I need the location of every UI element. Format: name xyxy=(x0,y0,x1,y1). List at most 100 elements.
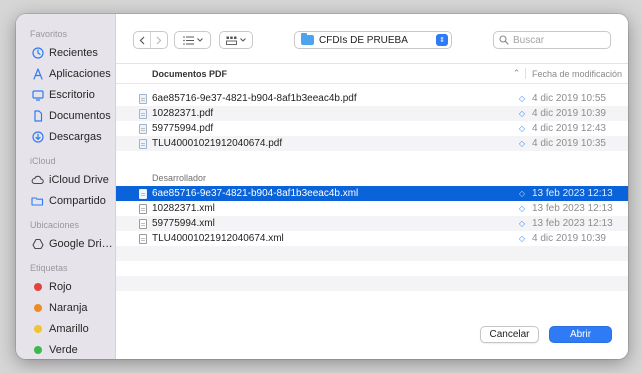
file-name: 59775994.xml xyxy=(152,218,215,229)
dialog-footer: Cancelar Abrir xyxy=(116,310,628,359)
file-row[interactable]: 6ae85716-9e37-4821-b904-8af1b3eeac4b.pdf… xyxy=(116,91,628,106)
icloud-status-icon: ◇ xyxy=(518,139,526,148)
sidebar-section-favoritos: Favoritos xyxy=(30,29,68,39)
sidebar-item-google-drive[interactable]: Google Drive xyxy=(16,233,115,254)
sidebar-item-aplicaciones[interactable]: Aplicaciones xyxy=(16,63,115,84)
drive-icon xyxy=(31,237,44,250)
file-date: 13 feb 2023 12:13 xyxy=(532,218,613,229)
file-row[interactable]: 59775994.pdf ◇ 4 dic 2019 12:43 xyxy=(116,121,628,136)
chevron-left-icon xyxy=(139,36,145,44)
view-list-button[interactable] xyxy=(174,31,211,49)
cancel-button[interactable]: Cancelar xyxy=(480,326,539,343)
sidebar-item-escritorio[interactable]: Escritorio xyxy=(16,84,115,105)
sidebar-item-compartido[interactable]: Compartido xyxy=(16,190,115,211)
location-label: CFDIs DE PRUEBA xyxy=(319,34,408,46)
file-date: 13 feb 2023 12:13 xyxy=(532,203,613,214)
file-row[interactable]: 59775994.xml ◇ 13 feb 2023 12:13 xyxy=(116,216,628,231)
sidebar-item-label: Documentos xyxy=(49,109,111,122)
icloud-status-icon: ◇ xyxy=(518,94,526,103)
nav-buttons xyxy=(133,31,168,49)
download-icon xyxy=(31,130,44,143)
empty-row xyxy=(116,261,628,276)
desktop-icon xyxy=(31,88,44,101)
chevron-down-icon xyxy=(196,38,203,42)
sidebar-item-label: Descargas xyxy=(49,130,102,143)
sidebar-item-label: iCloud Drive xyxy=(49,173,109,186)
file-list: Documentos PDF ⌃ Fecha de modificación 6… xyxy=(116,64,628,310)
file-date: 4 dic 2019 10:39 xyxy=(532,108,606,119)
icloud-status-icon: ◇ xyxy=(518,234,526,243)
sidebar-item-icloud-drive[interactable]: iCloud Drive xyxy=(16,169,115,190)
sidebar-section-etiquetas: Etiquetas xyxy=(30,263,68,273)
file-row[interactable]: 10282371.xml ◇ 13 feb 2023 12:13 xyxy=(116,201,628,216)
sidebar-tag-naranja[interactable]: Naranja xyxy=(16,297,115,318)
sidebar: Favoritos Recientes Aplicaciones Escrito… xyxy=(16,14,116,359)
pdf-file-icon xyxy=(139,123,147,134)
sidebar-item-label: Aplicaciones xyxy=(49,67,111,80)
sidebar-tag-amarillo[interactable]: Amarillo xyxy=(16,318,115,339)
sidebar-item-label: Compartido xyxy=(49,194,106,207)
file-date: 13 feb 2023 12:13 xyxy=(532,188,613,199)
pdf-file-icon xyxy=(139,138,147,149)
location-popup[interactable]: CFDIs DE PRUEBA ⇕ xyxy=(294,31,452,49)
open-button[interactable]: Abrir xyxy=(549,326,612,343)
document-icon xyxy=(31,109,44,122)
tag-dot-icon xyxy=(33,345,42,354)
chevron-down-icon xyxy=(240,38,246,42)
icloud-status-icon: ◇ xyxy=(518,109,526,118)
icloud-status-icon: ◇ xyxy=(518,204,526,213)
sidebar-item-label: Google Drive xyxy=(49,237,113,250)
sidebar-item-recientes[interactable]: Recientes xyxy=(16,42,115,63)
file-name: 10282371.pdf xyxy=(152,108,214,119)
file-name: 6ae85716-9e37-4821-b904-8af1b3eeac4b.pdf xyxy=(152,93,357,104)
sidebar-tag-verde[interactable]: Verde xyxy=(16,339,115,359)
xml-file-icon xyxy=(139,233,147,244)
forward-button[interactable] xyxy=(150,32,167,48)
apps-icon xyxy=(31,67,44,80)
pdf-file-icon xyxy=(139,108,147,119)
search-input[interactable] xyxy=(513,34,603,46)
file-row[interactable]: 10282371.pdf ◇ 4 dic 2019 10:39 xyxy=(116,106,628,121)
tag-dot-icon xyxy=(33,303,42,312)
group-title: Desarrollador xyxy=(152,173,207,183)
sidebar-item-label: Naranja xyxy=(49,301,88,314)
xml-file-icon xyxy=(139,218,147,229)
file-name: TLU40001021912040674.xml xyxy=(152,233,284,244)
xml-file-icon xyxy=(139,203,147,214)
column-header: Documentos PDF ⌃ Fecha de modificación xyxy=(116,64,628,84)
empty-row xyxy=(116,276,628,291)
file-date: 4 dic 2019 10:35 xyxy=(532,138,606,149)
file-date: 4 dic 2019 10:39 xyxy=(532,233,606,244)
xml-file-icon xyxy=(139,188,147,199)
tag-dot-icon xyxy=(33,324,42,333)
file-row[interactable]: TLU40001021912040674.xml ◇ 4 dic 2019 10… xyxy=(116,231,628,246)
file-date: 4 dic 2019 10:55 xyxy=(532,93,606,104)
empty-row xyxy=(116,291,628,306)
empty-row xyxy=(116,246,628,261)
search-field[interactable] xyxy=(493,31,611,49)
file-name: 10282371.xml xyxy=(152,203,215,214)
file-row[interactable]: TLU40001021912040674.pdf ◇ 4 dic 2019 10… xyxy=(116,136,628,151)
search-icon xyxy=(499,35,509,45)
toolbar: CFDIs DE PRUEBA ⇕ xyxy=(116,14,628,64)
file-name: TLU40001021912040674.pdf xyxy=(152,138,283,149)
up-down-chevron-icon: ⇕ xyxy=(436,34,448,46)
sidebar-item-descargas[interactable]: Descargas xyxy=(16,126,115,147)
file-open-dialog: Favoritos Recientes Aplicaciones Escrito… xyxy=(16,14,628,359)
tag-dot-icon xyxy=(33,282,42,291)
icloud-status-icon: ◇ xyxy=(518,189,526,198)
file-row-selected[interactable]: 6ae85716-9e37-4821-b904-8af1b3eeac4b.xml… xyxy=(116,186,628,201)
sort-chevron-icon[interactable]: ⌃ xyxy=(508,68,526,79)
name-column-header[interactable]: Documentos PDF xyxy=(116,69,508,79)
date-column-header[interactable]: Fecha de modificación xyxy=(526,69,622,79)
sidebar-item-label: Recientes xyxy=(49,46,98,59)
clock-icon xyxy=(31,46,44,59)
sidebar-section-ubicaciones: Ubicaciones xyxy=(30,220,80,230)
back-button[interactable] xyxy=(134,32,150,48)
sidebar-item-documentos[interactable]: Documentos xyxy=(16,105,115,126)
sidebar-tag-rojo[interactable]: Rojo xyxy=(16,276,115,297)
file-name: 6ae85716-9e37-4821-b904-8af1b3eeac4b.xml xyxy=(152,188,359,199)
grid-icon xyxy=(226,36,237,45)
group-by-button[interactable] xyxy=(219,31,253,49)
cloud-icon xyxy=(31,173,44,186)
